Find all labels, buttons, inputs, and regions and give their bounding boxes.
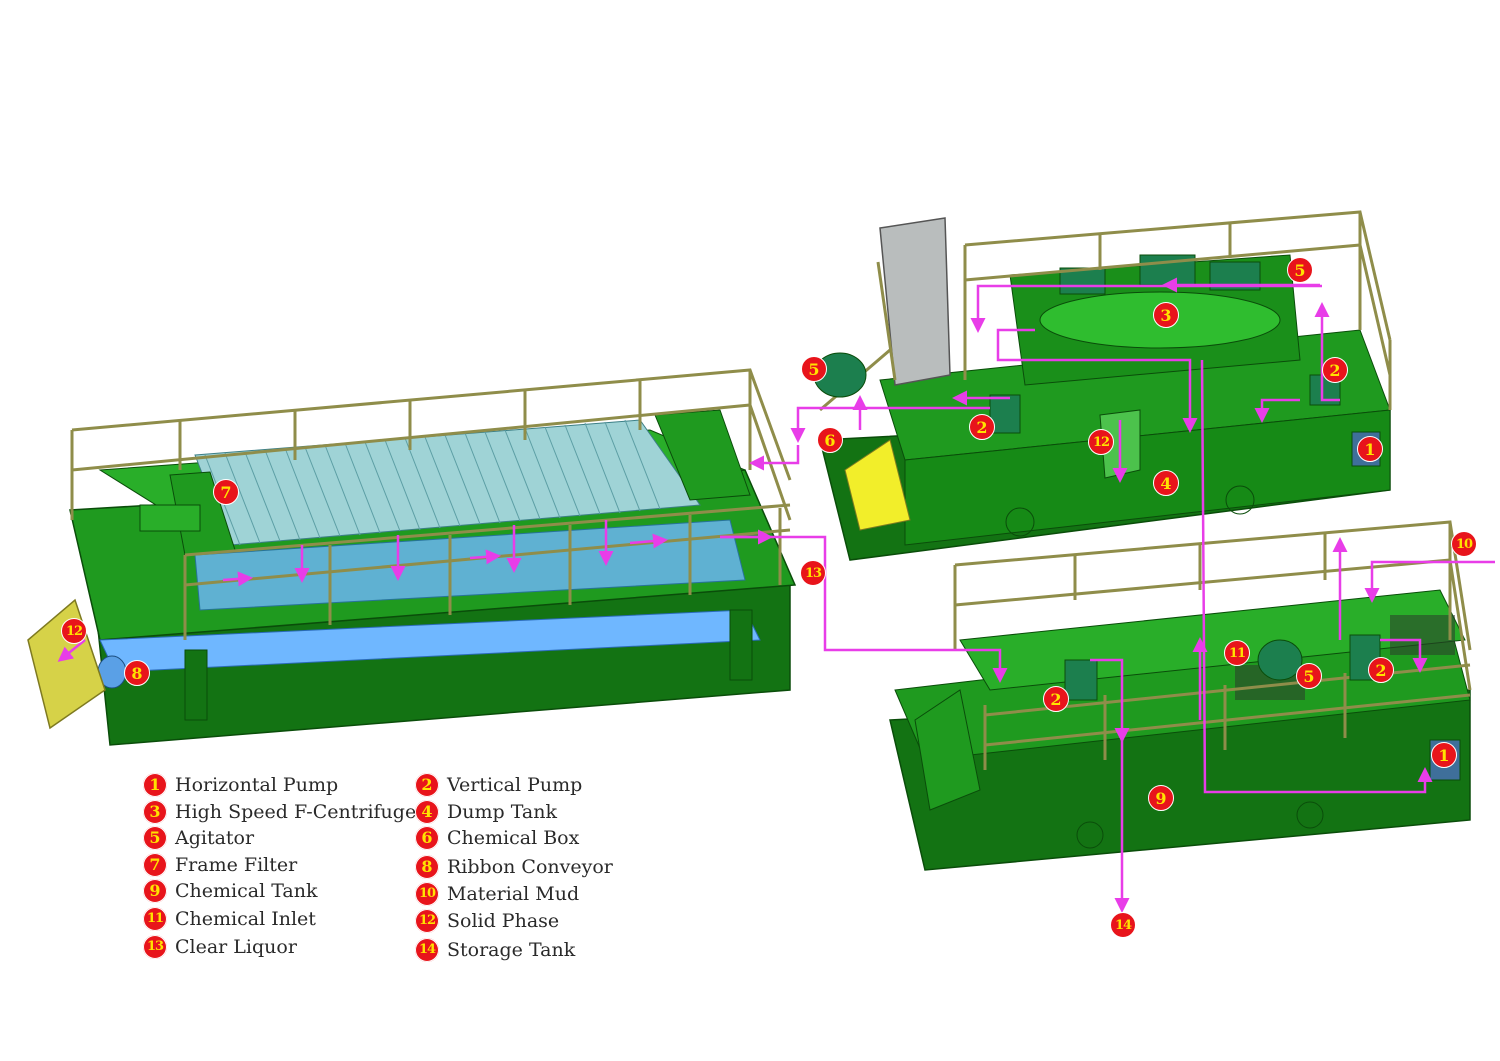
callout-horizontal-pump: 1 [1431,742,1457,768]
callout-chemical-box: 6 [817,427,843,453]
callout-vertical-pump: 2 [1368,657,1394,683]
callout-horizontal-pump: 1 [1357,436,1383,462]
callout-agitator: 5 [801,356,827,382]
frame-filter-unit [27,368,797,746]
callout-vertical-pump: 2 [1322,357,1348,383]
chemical-tank-unit [889,520,1472,871]
callout-storage-tank: 14 [1110,912,1136,938]
callout-material-mud: 10 [1451,531,1477,557]
callout-frame-filter: 7 [213,479,239,505]
callout-dump-tank: 4 [1153,470,1179,496]
flow-arrow [749,445,800,471]
callout-centrifuge: 3 [1153,302,1179,328]
callout-vertical-pump: 2 [1043,686,1069,712]
callout-agitator: 5 [1287,257,1313,283]
callout-chemical-tank: 9 [1148,785,1174,811]
callout-chemical-inlet: 11 [1224,640,1250,666]
filter-leg [729,609,753,681]
callout-solid-phase: 12 [1088,429,1114,455]
electric-control-panel [879,217,951,386]
grating-right [1390,615,1455,655]
process-diagram [27,210,1495,913]
callout-solid-phase: 12 [61,618,87,644]
filter-leg [184,649,208,721]
filter-cylinder [139,504,201,532]
callout-clear-liquor: 13 [800,560,826,586]
callout-ribbon-conveyor: 8 [124,660,150,686]
callout-agitator: 5 [1296,663,1322,689]
callout-vertical-pump: 2 [969,414,995,440]
vertical-pump-body [1064,659,1098,701]
